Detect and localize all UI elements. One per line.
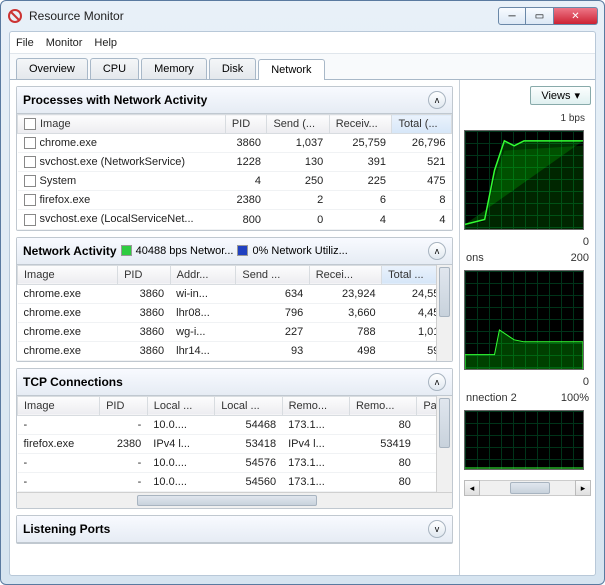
panel-listening: Listening Ports v: [16, 515, 453, 544]
right-scrollbar-horizontal[interactable]: ◂ ▸: [464, 480, 591, 496]
table-row[interactable]: svchost.exe (LocalServiceNet...800044: [18, 210, 452, 229]
checkbox-icon[interactable]: [24, 194, 36, 206]
tab-row: Overview CPU Memory Disk Network: [10, 54, 595, 80]
table-row[interactable]: chrome.exe3860lhr08...7963,6604,456: [18, 303, 452, 322]
window: Resource Monitor ─ ▭ ✕ File Monitor Help…: [0, 0, 605, 585]
col-pid[interactable]: PID: [100, 396, 148, 415]
collapse-icon[interactable]: ʌ: [428, 91, 446, 109]
legend-green-text: 40488 bps Networ...: [136, 245, 234, 257]
tab-overview[interactable]: Overview: [16, 58, 88, 79]
chart-connection2: [464, 410, 584, 470]
views-button[interactable]: Views▾: [530, 86, 591, 105]
tab-disk[interactable]: Disk: [209, 58, 256, 79]
tab-memory[interactable]: Memory: [141, 58, 207, 79]
tab-cpu[interactable]: CPU: [90, 58, 139, 79]
col-image[interactable]: Image: [18, 396, 100, 415]
panel-activity: Network Activity 40488 bps Networ... 0% …: [16, 237, 453, 362]
col-ra[interactable]: Remo...: [282, 396, 349, 415]
col-total[interactable]: Total (...: [392, 115, 452, 134]
col-send[interactable]: Send (...: [267, 115, 329, 134]
checkbox-icon[interactable]: [24, 175, 36, 187]
table-row[interactable]: --10.0....54468173.1...80: [18, 415, 452, 434]
checkbox-icon[interactable]: [24, 156, 36, 168]
app-icon: [7, 8, 23, 24]
col-la[interactable]: Local ...: [147, 396, 214, 415]
scrollbar-horizontal[interactable]: [17, 492, 452, 508]
table-row[interactable]: svchost.exe (NetworkService)122813039152…: [18, 153, 452, 172]
checkbox-icon[interactable]: [24, 118, 36, 130]
maximize-button[interactable]: ▭: [526, 7, 554, 25]
col-rp[interactable]: Remo...: [349, 396, 416, 415]
col-pid[interactable]: PID: [225, 115, 267, 134]
scroll-left-icon[interactable]: ◂: [464, 480, 480, 496]
tab-network[interactable]: Network: [258, 59, 324, 80]
chart-connections: [464, 270, 584, 370]
chart-network: [464, 130, 584, 230]
activity-table: Image PID Addr... Send ... Recei... Tota…: [17, 265, 452, 361]
collapse-icon[interactable]: ʌ: [428, 242, 446, 260]
col-recv[interactable]: Recei...: [309, 265, 381, 284]
table-row[interactable]: System4250225475: [18, 172, 452, 191]
checkbox-icon[interactable]: [24, 214, 36, 226]
panel-activity-title: Network Activity: [23, 244, 117, 258]
dropdown-icon: ▾: [574, 89, 580, 102]
table-row[interactable]: chrome.exe3860wi-in...63423,92424,558: [18, 284, 452, 303]
table-row[interactable]: firefox.exe2380268: [18, 191, 452, 210]
panel-listening-title: Listening Ports: [23, 522, 110, 536]
processes-table: Image PID Send (... Receiv... Total (...…: [17, 114, 452, 230]
menu-file[interactable]: File: [16, 37, 34, 49]
scrollbar-vertical[interactable]: [436, 396, 452, 492]
col-addr[interactable]: Addr...: [170, 265, 236, 284]
col-pid[interactable]: PID: [118, 265, 171, 284]
panel-tcp-title: TCP Connections: [23, 375, 123, 389]
table-row[interactable]: --10.0....54560173.1...80: [18, 472, 452, 491]
checkbox-icon[interactable]: [24, 137, 36, 149]
col-send[interactable]: Send ...: [236, 265, 309, 284]
table-row[interactable]: chrome.exe38601,03725,75926,796: [18, 134, 452, 153]
chart2-left: ons: [466, 252, 484, 264]
col-image[interactable]: Image: [18, 115, 226, 134]
panel-processes: Processes with Network Activity ʌ Image …: [16, 86, 453, 231]
legend-blue-text: 0% Network Utiliz...: [252, 245, 347, 257]
tcp-table: Image PID Local ... Local ... Remo... Re…: [17, 396, 452, 492]
legend-blue-icon: [237, 245, 248, 256]
collapse-icon[interactable]: ʌ: [428, 373, 446, 391]
panel-processes-title: Processes with Network Activity: [23, 93, 207, 107]
col-image[interactable]: Image: [18, 265, 118, 284]
chart2-right: 200: [571, 252, 589, 264]
table-row[interactable]: --10.0....54576173.1...80: [18, 453, 452, 472]
left-pane: Processes with Network Activity ʌ Image …: [10, 80, 459, 575]
menu-help[interactable]: Help: [94, 37, 117, 49]
titlebar[interactable]: Resource Monitor ─ ▭ ✕: [1, 1, 604, 31]
expand-icon[interactable]: v: [428, 520, 446, 538]
table-row[interactable]: firefox.exe2380IPv4 l...53418IPv4 l...53…: [18, 434, 452, 453]
scroll-right-icon[interactable]: ▸: [575, 480, 591, 496]
scrollbar-vertical[interactable]: [436, 265, 452, 361]
chart1-top-label: 1 bps: [464, 113, 591, 124]
table-row[interactable]: chrome.exe3860wg-i...2277881,014: [18, 322, 452, 341]
panel-tcp: TCP Connections ʌ Image PID Local ... Lo…: [16, 368, 453, 509]
chart3-right: 100%: [561, 392, 589, 404]
menubar: File Monitor Help: [10, 32, 595, 54]
table-row[interactable]: chrome.exe3860lhr14...93498591: [18, 341, 452, 360]
right-pane: Views▾ 1 bps 0 ons200 0 nnection 2100%: [459, 80, 595, 575]
chart3-left: nnection 2: [466, 392, 517, 404]
col-recv[interactable]: Receiv...: [329, 115, 392, 134]
minimize-button[interactable]: ─: [498, 7, 526, 25]
menu-monitor[interactable]: Monitor: [46, 37, 83, 49]
legend-green-icon: [121, 245, 132, 256]
window-title: Resource Monitor: [29, 9, 498, 23]
close-button[interactable]: ✕: [554, 7, 598, 25]
client-area: File Monitor Help Overview CPU Memory Di…: [9, 31, 596, 576]
col-lp[interactable]: Local ...: [215, 396, 282, 415]
